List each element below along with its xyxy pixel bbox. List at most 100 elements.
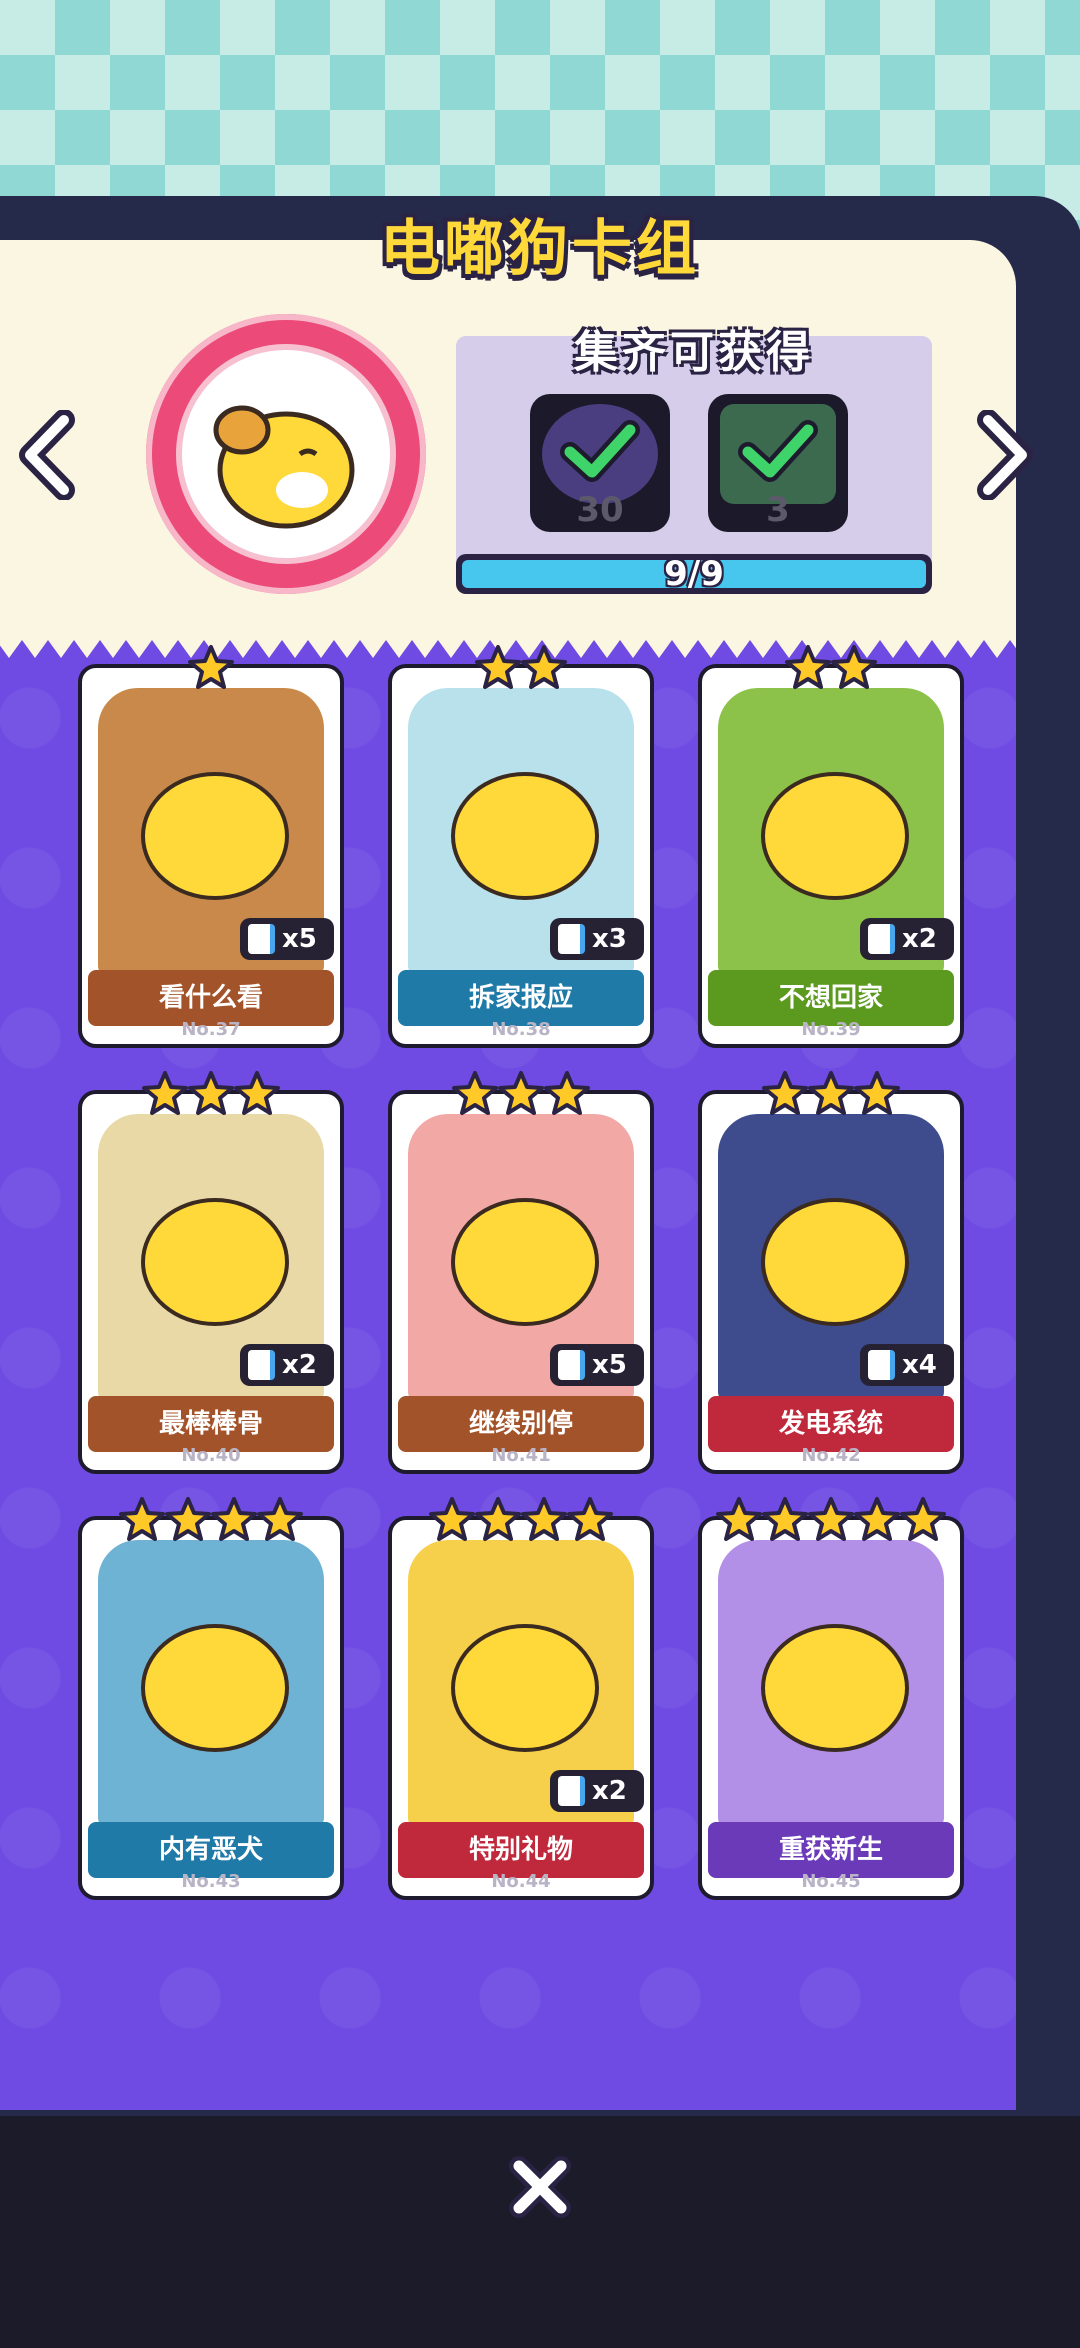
set-badge-art [176,344,396,564]
reward-title: 集齐可获得 [574,327,814,378]
collection-card[interactable]: 内有恶犬 No.43 [78,1497,344,1900]
collection-card[interactable]: 重获新生 No.45 [698,1497,964,1900]
star-icon [142,1071,188,1115]
puppy-icon [761,1198,909,1326]
collection-progress-bar: 9/9 [456,554,932,594]
collection-card[interactable]: x2 特别礼物 No.44 [388,1497,654,1900]
star-icon [452,1071,498,1115]
star-icon [521,1497,567,1541]
card-count: x4 [902,1350,937,1380]
star-icon [119,1497,165,1541]
card-name: 内有恶犬 [88,1822,334,1878]
set-reward-box: 集齐可获得 30 3 [456,327,932,568]
star-rating [392,1070,650,1118]
card-number: No.38 [491,1019,551,1040]
collection-card[interactable]: x5 继续别停 No.41 [388,1071,654,1474]
collection-card[interactable]: x5 看什么看 No.37 [78,645,344,1048]
card-number: No.44 [491,1871,551,1892]
collection-card[interactable]: x2 最棒棒骨 No.40 [78,1071,344,1474]
card-name: 特别礼物 [398,1822,644,1878]
star-icon [808,1497,854,1541]
star-icon [785,645,831,689]
prev-arrow-button[interactable] [14,410,84,500]
card-number: No.40 [181,1445,241,1466]
card-name: 重获新生 [708,1822,954,1878]
card-number: No.37 [181,1019,241,1040]
card-number: No.43 [181,1871,241,1892]
star-rating [702,1496,960,1544]
card-number: No.41 [491,1445,551,1466]
star-rating [702,1070,960,1118]
reward-card-back[interactable]: 3 [708,394,848,532]
card-count-badge: x5 [550,1344,644,1386]
next-arrow-button[interactable] [968,410,1038,500]
star-icon [716,1497,762,1541]
check-icon [738,420,818,482]
puppy-icon [141,772,289,900]
star-icon [211,1497,257,1541]
card-icon [558,1776,585,1806]
card-name: 看什么看 [88,970,334,1026]
card-count-badge: x2 [860,918,954,960]
reward-count: 30 [576,490,624,530]
star-icon [475,1497,521,1541]
collection-card[interactable]: x4 发电系统 No.42 [698,1071,964,1474]
card-number: No.39 [801,1019,861,1040]
card-count: x5 [282,924,317,954]
star-icon [544,1071,590,1115]
card-count: x5 [592,1350,627,1380]
star-icon [900,1497,946,1541]
star-rating [702,644,960,692]
card-number: No.42 [801,1445,861,1466]
set-badge [146,314,426,594]
star-icon [165,1497,211,1541]
check-icon [560,420,640,482]
puppy-icon [141,1624,289,1752]
card-art [718,1540,944,1828]
card-count-badge: x4 [860,1344,954,1386]
star-icon [854,1071,900,1115]
star-icon [188,1071,234,1115]
card-icon [248,924,275,954]
card-count-badge: x2 [550,1770,644,1812]
star-icon [831,645,877,689]
star-icon [567,1497,613,1541]
card-count: x2 [282,1350,317,1380]
card-count: x2 [592,1776,627,1806]
card-art [98,1540,324,1828]
close-icon [509,2156,571,2218]
star-icon [429,1497,475,1541]
star-icon [762,1071,808,1115]
star-icon [854,1497,900,1541]
close-button[interactable] [505,2152,575,2222]
collection-card[interactable]: x2 不想回家 No.39 [698,645,964,1048]
progress-text: 9/9 [664,554,724,594]
card-name: 不想回家 [708,970,954,1026]
star-rating [82,644,340,692]
star-icon [762,1497,808,1541]
card-icon [558,924,585,954]
page-title: 电嘟狗卡组 [380,214,700,284]
card-icon [868,924,895,954]
card-icon [558,1350,585,1380]
puppy-icon [761,1624,909,1752]
collection-card[interactable]: x3 拆家报应 No.38 [388,645,654,1048]
star-icon [257,1497,303,1541]
puppy-icon [213,405,355,529]
star-icon [521,645,567,689]
card-count-badge: x3 [550,918,644,960]
reward-avatar-frame[interactable]: 30 [530,394,670,532]
star-icon [475,645,521,689]
puppy-icon [451,772,599,900]
card-count-badge: x5 [240,918,334,960]
reward-count: 3 [766,490,790,530]
puppy-icon [761,772,909,900]
card-icon [248,1350,275,1380]
star-rating [392,1496,650,1544]
card-name: 拆家报应 [398,970,644,1026]
card-name: 最棒棒骨 [88,1396,334,1452]
bottom-bar [0,2116,1080,2348]
star-rating [82,1496,340,1544]
card-count-badge: x2 [240,1344,334,1386]
puppy-icon [451,1198,599,1326]
